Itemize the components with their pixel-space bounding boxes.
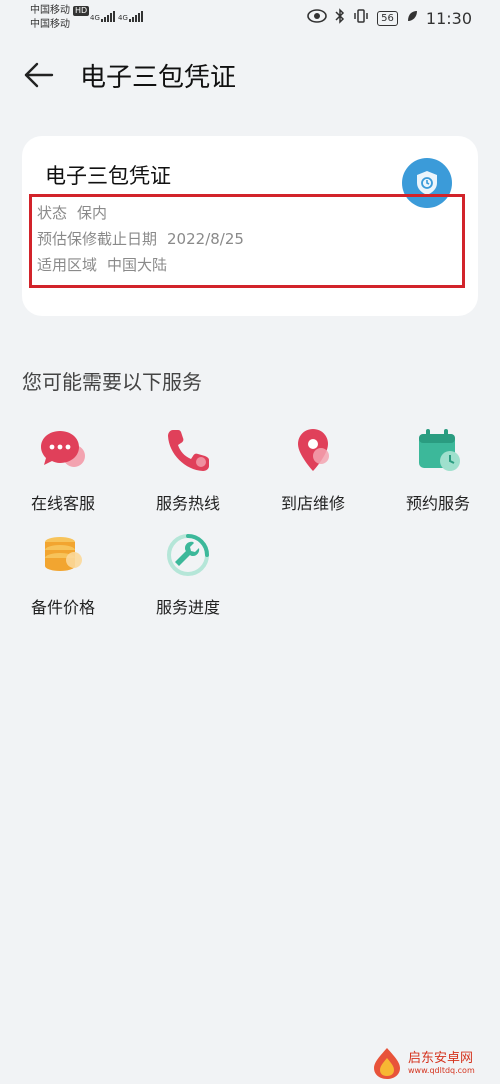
service-label: 预约服务 [405, 494, 470, 513]
battery-icon: 56 [377, 10, 398, 26]
page-title: 电子三包凭证 [80, 63, 237, 93]
service-parts-price[interactable]: 备件价格 [8, 530, 118, 620]
warranty-card[interactable]: 电子三包凭证 状态 保内 预估保修截止日期 2022/8/25 适用区域 中国大陆 [22, 136, 478, 316]
calendar-clock-icon [413, 426, 463, 476]
watermark-logo-icon [374, 1048, 400, 1079]
service-hotline[interactable]: 服务热线 [133, 426, 243, 516]
network-type-1: 4G [90, 14, 100, 22]
watermark-text: 启东安卓网 [408, 1050, 474, 1066]
carrier-info: 中国移动 HD 中国移动 [30, 4, 90, 32]
coin-stack-icon [38, 530, 88, 580]
service-online-support[interactable]: 在线客服 [8, 426, 118, 516]
power-saving-leaf-icon [406, 9, 418, 27]
eye-comfort-icon [307, 9, 327, 27]
service-label: 在线客服 [30, 494, 95, 513]
signal-1-icon: 4G [90, 10, 115, 22]
service-label: 服务热线 [155, 494, 220, 513]
service-progress[interactable]: 服务进度 [133, 530, 243, 620]
location-pin-icon [288, 426, 338, 476]
vibrate-icon [353, 8, 369, 28]
region-label: 适用区域 [37, 256, 98, 274]
chat-bubble-icon [38, 426, 88, 476]
service-label: 备件价格 [30, 598, 95, 617]
wrench-progress-icon [163, 530, 213, 580]
hd-badge: HD [73, 6, 90, 16]
site-watermark: 启东安卓网 www.qdltdq.com [370, 1042, 500, 1084]
bluetooth-icon [335, 8, 345, 28]
warranty-expiry-row: 预估保修截止日期 2022/8/25 [37, 228, 244, 249]
services-section-title: 您可能需要以下服务 [22, 370, 202, 394]
region-value: 中国大陆 [107, 256, 168, 274]
carrier-2-label: 中国移动 [30, 19, 70, 30]
clock: 11:30 [425, 8, 472, 28]
phone-icon [163, 426, 213, 476]
watermark-url: www.qdltdq.com [408, 1065, 475, 1075]
carrier-1-label: 中国移动 [30, 5, 70, 16]
network-type-2: 4G [118, 14, 128, 22]
signal-2-icon: 4G [118, 10, 143, 22]
back-arrow-icon [24, 62, 54, 88]
service-label: 服务进度 [155, 598, 220, 617]
expiry-value: 2022/8/25 [167, 230, 244, 248]
service-label: 到店维修 [280, 494, 345, 513]
card-title: 电子三包凭证 [45, 164, 171, 188]
status-label: 状态 [37, 204, 68, 222]
status-indicators: 56 11:30 [307, 8, 472, 28]
status-value: 保内 [77, 204, 108, 222]
warranty-region-row: 适用区域 中国大陆 [37, 254, 167, 275]
expiry-label: 预估保修截止日期 [37, 230, 158, 248]
status-bar: 中国移动 HD 中国移动 4G 4G 56 11:30 [0, 0, 500, 40]
back-button[interactable] [22, 58, 56, 92]
app-header: 电子三包凭证 [0, 52, 500, 102]
warranty-status-row: 状态 保内 [37, 202, 107, 223]
service-store-repair[interactable]: 到店维修 [258, 426, 368, 516]
service-appointment[interactable]: 预约服务 [383, 426, 493, 516]
